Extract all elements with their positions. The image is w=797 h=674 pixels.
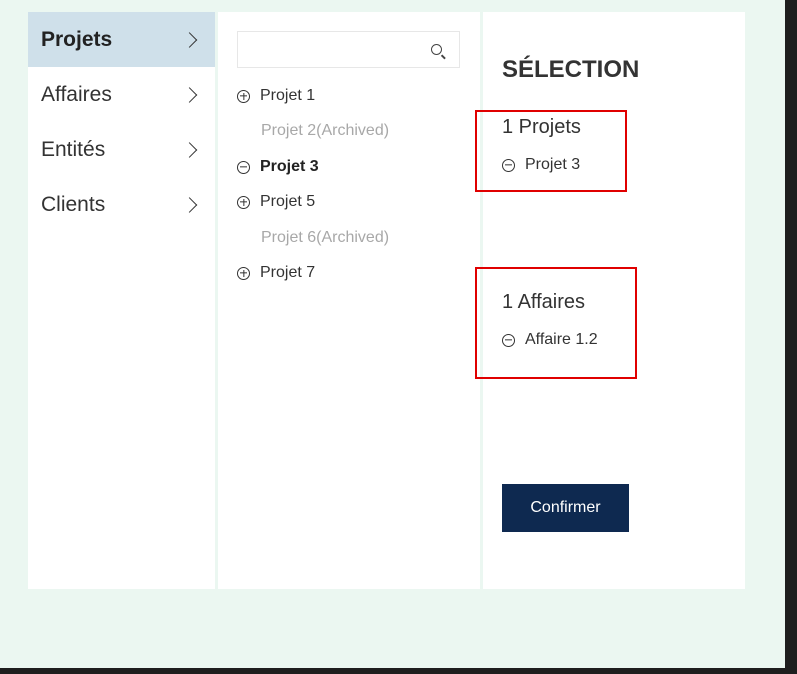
search-icon[interactable] (431, 44, 442, 55)
chevron-right-icon (181, 86, 198, 103)
selected-item[interactable]: Affaire 1.2 (502, 331, 598, 349)
plus-circle-icon[interactable] (237, 266, 250, 280)
list-item-label: Projet 1 (260, 87, 316, 104)
chevron-right-icon (181, 31, 198, 48)
category-sidebar: Projets Affaires Entités Clients (28, 12, 215, 589)
list-item[interactable]: Projet 5 (237, 191, 315, 213)
project-list-panel: Projet 1 Projet 2(Archived) Projet 3 Pro… (218, 12, 480, 589)
search-box (237, 31, 460, 68)
plus-circle-icon[interactable] (237, 195, 250, 209)
list-item-label: Projet 3 (260, 158, 319, 175)
sidebar-item-label: Affaires (41, 82, 112, 106)
sidebar-item-label: Clients (41, 192, 106, 216)
list-item-selected[interactable]: Projet 3 (237, 156, 319, 178)
plus-circle-icon[interactable] (237, 89, 250, 103)
sidebar-item-projets[interactable]: Projets (28, 12, 215, 67)
selected-item[interactable]: Projet 3 (502, 156, 580, 174)
sidebar-item-clients[interactable]: Clients (28, 177, 215, 232)
selected-item-label: Affaire 1.2 (525, 331, 598, 348)
minus-circle-icon[interactable] (237, 160, 250, 174)
minus-circle-icon[interactable] (502, 333, 515, 347)
selection-group-heading: 1 Affaires (502, 291, 586, 313)
list-item-label: Projet 2(Archived) (261, 122, 390, 139)
selection-panel: SÉLECTION 1 Projets Projet 3 1 Affaires … (475, 12, 745, 589)
selection-title: SÉLECTION (502, 56, 640, 83)
selection-group-projets: 1 Projets Projet 3 (475, 110, 627, 192)
selected-item-label: Projet 3 (525, 156, 581, 173)
chevron-right-icon (181, 196, 198, 213)
selection-group-heading: 1 Projets (502, 116, 581, 138)
list-item-archived: Projet 2(Archived) (261, 120, 389, 142)
list-item-label: Projet 5 (260, 193, 316, 210)
selection-group-affaires: 1 Affaires Affaire 1.2 (475, 267, 637, 379)
search-input[interactable] (238, 32, 439, 67)
sidebar-item-label: Entités (41, 137, 106, 161)
chevron-right-icon (181, 141, 198, 158)
list-item[interactable]: Projet 1 (237, 85, 315, 107)
sidebar-item-entites[interactable]: Entités (28, 122, 215, 177)
minus-circle-icon[interactable] (502, 158, 515, 172)
list-item[interactable]: Projet 7 (237, 262, 315, 284)
list-item-archived: Projet 6(Archived) (261, 227, 389, 249)
confirm-button[interactable]: Confirmer (502, 484, 629, 532)
sidebar-item-affaires[interactable]: Affaires (28, 67, 215, 122)
sidebar-item-label: Projets (41, 27, 113, 51)
list-item-label: Projet 6(Archived) (261, 229, 390, 246)
list-item-label: Projet 7 (260, 264, 316, 281)
